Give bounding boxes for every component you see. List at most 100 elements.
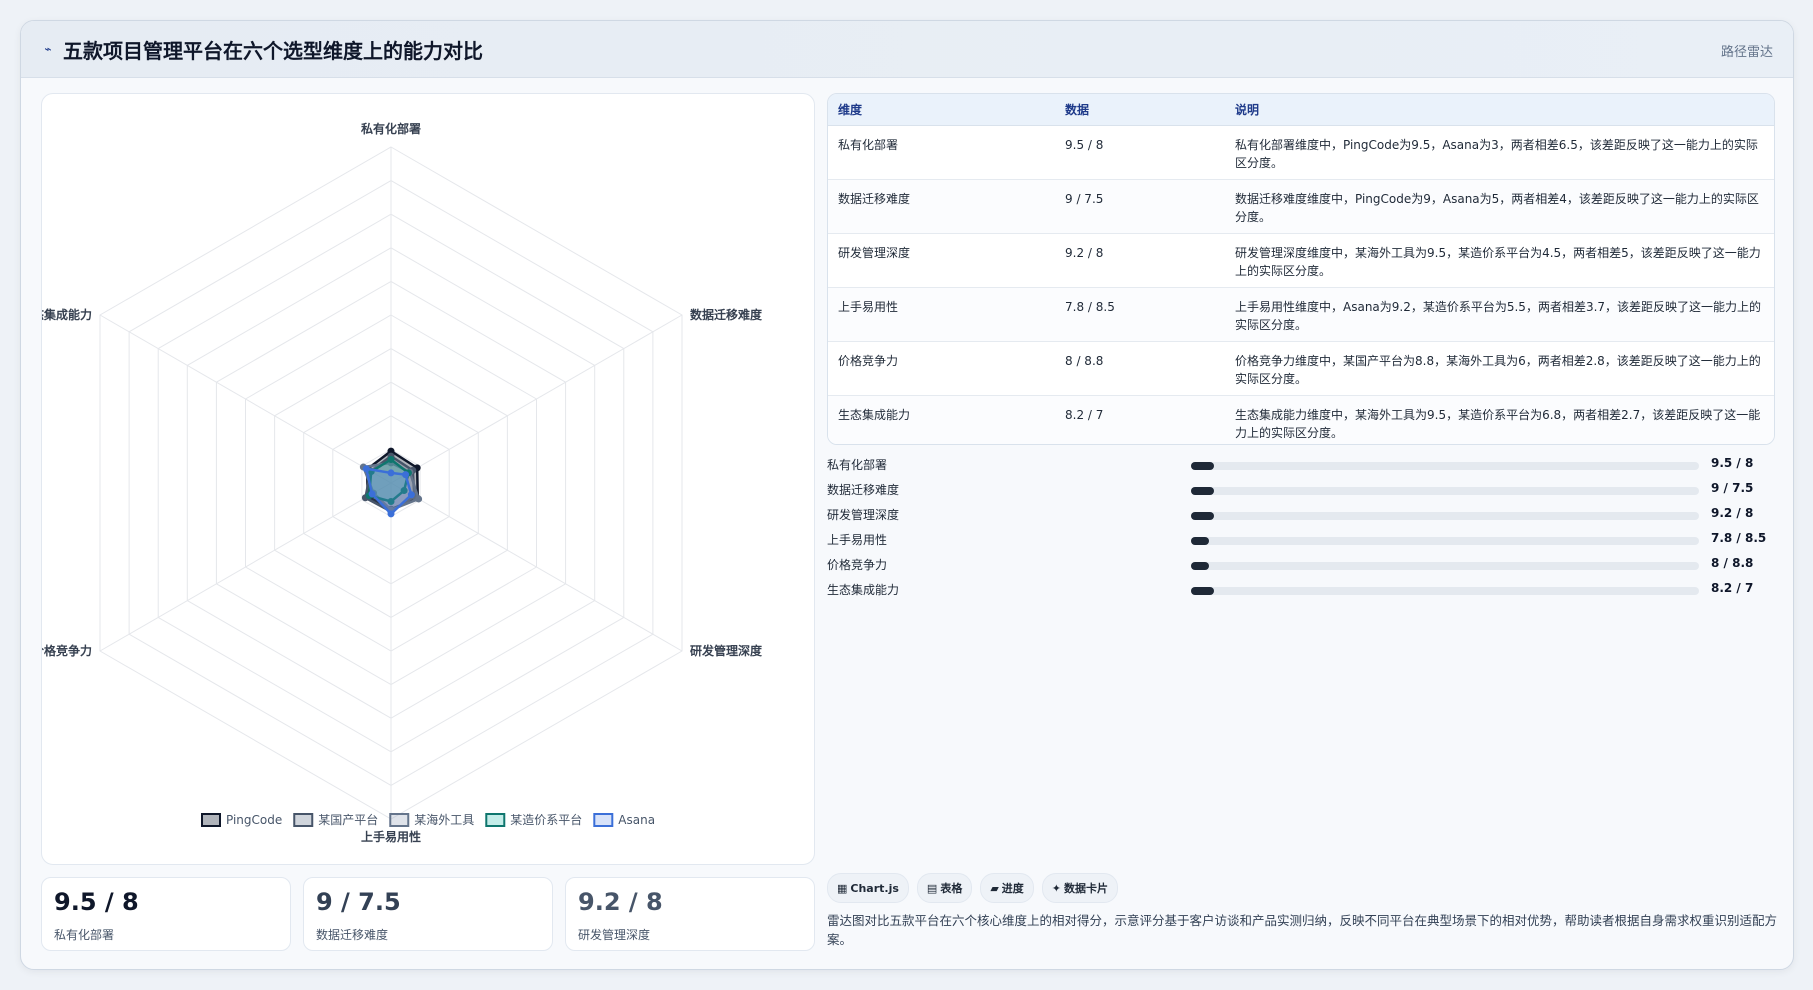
chip-label: 表格 (940, 882, 963, 895)
radar-axis-label: 私有化部署 (360, 121, 421, 136)
progress-label: 研发管理深度 (827, 508, 900, 522)
table-row: 研发管理深度 9.2 / 8 研发管理深度维度中，某海外工具为9.5，某造价系平… (828, 233, 1774, 288)
dashboard-card: ⌁ 五款项目管理平台在六个选型维度上的能力对比 路径雷达 私有化部署 数据迁移难度… (20, 20, 1794, 970)
progress-track (1191, 562, 1699, 570)
legend-swatch (485, 813, 506, 827)
cell-data: 8.2 / 7 (1055, 395, 1225, 444)
cell-data: 9.2 / 8 (1055, 233, 1225, 288)
progress-row: 数据迁移难度 9 / 7.5 (827, 478, 1767, 503)
progress-fill (1191, 587, 1214, 595)
chip-chartjs[interactable]: ▦ Chart.js (827, 873, 909, 903)
chip-label: 进度 (1001, 882, 1024, 895)
table-header-row: 维度 数据 说明 (828, 94, 1774, 126)
kpi-label: 研发管理深度 (578, 928, 651, 942)
chip-progress[interactable]: ▰ 进度 (980, 873, 1034, 903)
legend-label[interactable]: PingCode (226, 813, 282, 827)
radar-point[interactable] (387, 469, 395, 477)
cell-dimension: 生态集成能力 (828, 395, 1055, 444)
progress-label: 价格竞争力 (827, 558, 888, 572)
legend-swatch (201, 813, 221, 827)
cell-dimension: 上手易用性 (828, 287, 1055, 342)
cell-description: 私有化部署维度中，PingCode为9.5，Asana为3，两者相差6.5，该差… (1225, 125, 1774, 180)
progress-value: 8.2 / 7 (1711, 581, 1754, 595)
legend-label[interactable]: 某国产平台 (318, 812, 378, 827)
table-row: 数据迁移难度 9 / 7.5 数据迁移难度维度中，PingCode为9，Asan… (828, 179, 1774, 234)
radar-axis-label: 生态集成能力 (42, 307, 92, 322)
radar-axis-label: 数据迁移难度 (690, 307, 763, 322)
kpi-card: 9 / 7.5 数据迁移难度 (303, 877, 553, 951)
table-row: 生态集成能力 8.2 / 7 生态集成能力维度中，某海外工具为9.5，某造价系平… (828, 395, 1774, 444)
progress-list: 私有化部署 9.5 / 8 数据迁移难度 9 / 7.5 研发管理深度 9.2 … (827, 453, 1767, 603)
radar-point[interactable] (387, 510, 395, 518)
kpi-value: 9.5 / 8 (54, 888, 139, 916)
legend-swatch (389, 813, 410, 827)
cell-description: 数据迁移难度维度中，PingCode为9，Asana为5，两者相差4，该差距反映… (1225, 179, 1774, 234)
cell-description: 生态集成能力维度中，某海外工具为9.5，某造价系平台为6.8，两者相差2.7，该… (1225, 395, 1774, 444)
cell-description: 研发管理深度维度中，某海外工具为9.5，某造价系平台为4.5，两者相差5，该差距… (1225, 233, 1774, 288)
radar-axis-label: 上手易用性 (361, 829, 421, 844)
legend-swatch (293, 813, 314, 827)
cell-dimension: 私有化部署 (828, 125, 1055, 180)
radar-point[interactable] (402, 471, 410, 479)
progress-value: 7.8 / 8.5 (1711, 531, 1767, 545)
progress-row: 价格竞争力 8 / 8.8 (827, 553, 1767, 578)
cell-description: 价格竞争力维度中，某国产平台为8.8，某海外工具为6，两者相差2.8，该差距反映… (1225, 341, 1774, 396)
kpi-card: 9.5 / 8 私有化部署 (41, 877, 291, 951)
radar-axis-label: 价格竞争力 (42, 643, 92, 658)
kpi-value: 9.2 / 8 (578, 888, 663, 916)
cell-data: 7.8 / 8.5 (1055, 287, 1225, 342)
progress-fill (1191, 562, 1209, 570)
progress-fill (1191, 487, 1214, 495)
radar-chart-panel: 私有化部署数据迁移难度研发管理深度上手易用性 价格竞争力 生态集成能力 PingCod… (41, 93, 815, 865)
cell-dimension: 价格竞争力 (828, 341, 1055, 396)
progress-label: 上手易用性 (827, 533, 888, 547)
cell-dimension: 研发管理深度 (828, 233, 1055, 288)
chart-caption: 雷达图对比五款平台在六个核心维度上的相对得分，示意评分基于客户访谈和产品实测归纳… (827, 913, 1778, 947)
column-header-data: 数据 (1055, 94, 1225, 126)
progress-value: 8 / 8.8 (1711, 556, 1754, 570)
progress-row: 上手易用性 7.8 / 8.5 (827, 528, 1767, 553)
progress-row: 研发管理深度 9.2 / 8 (827, 503, 1767, 528)
card-icon: ✦ (1051, 881, 1062, 895)
radar-point[interactable] (368, 490, 376, 498)
radar-point[interactable] (407, 491, 415, 499)
radar-point[interactable] (415, 495, 423, 503)
progress-fill (1191, 512, 1214, 520)
radar-chart: 私有化部署数据迁移难度研发管理深度上手易用性 价格竞争力 生态集成能力 PingCod… (42, 121, 763, 844)
chart-type-tag: 路径雷达 (1720, 45, 1773, 60)
column-header-dimension: 维度 (828, 94, 1055, 126)
progress-value: 9 / 7.5 (1711, 481, 1754, 495)
progress-label: 数据迁移难度 (827, 483, 900, 497)
radar-title-icon: ⌁ (44, 42, 52, 56)
legend-label[interactable]: 某海外工具 (414, 812, 474, 827)
progress-track (1191, 462, 1699, 470)
feature-chips: ▦ Chart.js ▤ 表格 ▰ 进度 ✦ 数据卡片 (827, 873, 1119, 903)
chip-table[interactable]: ▤ 表格 (916, 873, 973, 903)
chip-label: 数据卡片 (1064, 882, 1109, 895)
progress-icon: ▰ (990, 881, 999, 895)
progress-value: 9.5 / 8 (1711, 456, 1754, 470)
column-header-description: 说明 (1225, 94, 1774, 126)
radar-axis-label: 研发管理深度 (690, 643, 763, 658)
progress-track (1191, 512, 1699, 520)
cell-data: 9 / 7.5 (1055, 179, 1225, 234)
chip-label: Chart.js (850, 881, 899, 895)
radar-point[interactable] (387, 455, 395, 463)
kpi-value: 9 / 7.5 (316, 888, 401, 916)
progress-value: 9.2 / 8 (1711, 506, 1754, 520)
legend-swatch (593, 813, 614, 827)
progress-row: 私有化部署 9.5 / 8 (827, 453, 1767, 478)
kpi-label: 私有化部署 (54, 928, 115, 942)
data-table-panel: 维度 数据 说明 私有化部署 9.5 / 8 私有化部署维度中，PingCode… (827, 93, 1775, 445)
card-header: ⌁ 五款项目管理平台在六个选型维度上的能力对比 路径雷达 (21, 21, 1793, 78)
legend-label[interactable]: Asana (618, 813, 655, 827)
table-row: 价格竞争力 8 / 8.8 价格竞争力维度中，某国产平台为8.8，某海外工具为6… (828, 341, 1774, 396)
radar-point[interactable] (362, 465, 370, 473)
cell-description: 上手易用性维度中，Asana为9.2，某造价系平台为5.5，两者相差3.7，该差… (1225, 287, 1774, 342)
kpi-card: 9.2 / 8 研发管理深度 (565, 877, 815, 951)
cell-data: 8 / 8.8 (1055, 341, 1225, 396)
page-title: 五款项目管理平台在六个选型维度上的能力对比 (63, 38, 483, 63)
progress-row: 生态集成能力 8.2 / 7 (827, 578, 1767, 603)
legend-label[interactable]: 某造价系平台 (510, 812, 582, 827)
chip-data-card[interactable]: ✦ 数据卡片 (1041, 873, 1119, 903)
